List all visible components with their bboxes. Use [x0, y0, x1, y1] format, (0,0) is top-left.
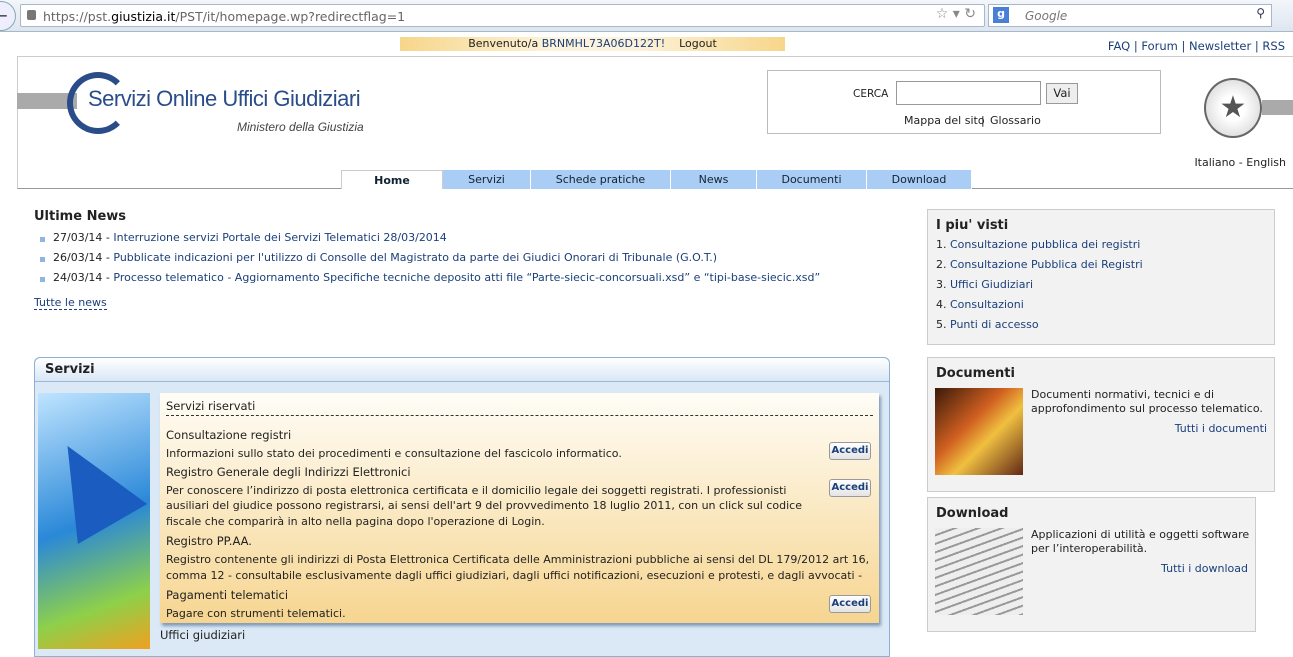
service-desc: Registro contenente gli indirizzi di Pos… — [166, 553, 870, 582]
tab-servizi[interactable]: Servizi — [443, 170, 531, 189]
logout-link[interactable]: Logout — [679, 37, 717, 50]
service-title: Pagamenti telematici — [166, 588, 289, 602]
user-id: BRNMHL73A06D122T! — [541, 37, 666, 50]
language-switch: Italiano - English — [1194, 156, 1286, 169]
service-title: Registro Generale degli Indirizzi Elettr… — [166, 464, 411, 479]
logo-subtitle: Ministero della Giustizia — [237, 120, 364, 134]
site-search-input[interactable] — [896, 81, 1041, 105]
all-documents-link[interactable]: Tutti i documenti — [1175, 422, 1267, 435]
piu-visti-link[interactable]: Uffici Giudiziari — [950, 278, 1033, 291]
news-list: 27/03/14 - Interruzione servizi Portale … — [34, 231, 820, 291]
news-link[interactable]: Pubblicate indicazioni per l'utilizzo di… — [113, 251, 717, 264]
service-title: Consultazione registri — [166, 428, 292, 442]
piu-visti-link[interactable]: Consultazione Pubblica dei Registri — [950, 258, 1143, 271]
documenti-title: Documenti — [936, 366, 1015, 381]
uffici-giudiziari-title: Uffici giudiziari — [160, 628, 246, 642]
news-item: 26/03/14 - Pubblicate indicazioni per l'… — [34, 251, 820, 271]
news-title: Ultime News — [34, 209, 127, 224]
main-nav: Home Servizi Schede pratiche News Docume… — [341, 170, 972, 189]
news-link[interactable]: Interruzione servizi Portale dei Servizi… — [113, 231, 446, 244]
riservati-title: Servizi riservati — [166, 399, 873, 416]
servizi-riservati: Servizi riservati Consultazione registri… — [160, 393, 879, 623]
download-desc: Applicazioni di utilità e oggetti softwa… — [1031, 528, 1250, 555]
emblem-bar — [1262, 100, 1293, 115]
piu-visti-title: I piu' visti — [936, 218, 1009, 233]
welcome-label: Benvenuto/a — [468, 37, 539, 50]
tab-documenti[interactable]: Documenti — [757, 170, 867, 189]
url-path: /PST/it/homepage.wp?redirectflag=1 — [175, 9, 406, 24]
republic-emblem-icon: ★ — [1204, 78, 1262, 138]
news-link[interactable]: Processo telematico - Aggiornamento Spec… — [113, 271, 820, 284]
search-label: CERCA — [853, 88, 889, 100]
download-box: Download Applicazioni di utilità e ogget… — [927, 497, 1256, 632]
tab-schede-pratiche[interactable]: Schede pratiche — [531, 170, 671, 189]
bookmark-star-icon[interactable]: ☆ ▾ ↻ — [936, 6, 976, 22]
piu-visti-box: I piu' visti 1. Consultazione pubblica d… — [927, 209, 1275, 345]
tab-home[interactable]: Home — [341, 170, 443, 189]
google-icon: g — [993, 7, 1009, 23]
service-desc: Per conoscere l’indirizzo di posta elett… — [166, 483, 802, 528]
faq-link[interactable]: FAQ — [1108, 39, 1130, 53]
lang-italian[interactable]: Italiano — [1194, 156, 1235, 169]
service-title: Registro PP.AA. — [166, 534, 252, 548]
all-news-link[interactable]: Tutte le news — [34, 296, 107, 310]
news-date: 27/03/14 - — [53, 231, 110, 244]
tab-news[interactable]: News — [671, 170, 757, 189]
all-downloads-link[interactable]: Tutti i download — [1161, 562, 1248, 575]
url-prefix: https://pst. — [43, 9, 112, 24]
documenti-box: Documenti Documenti normativi, tecnici e… — [927, 357, 1275, 492]
news-item: 24/03/14 - Processo telematico - Aggiorn… — [34, 271, 820, 291]
welcome-bar: Benvenuto/a BRNMHL73A06D122T! Logout — [400, 37, 785, 51]
top-links: FAQ | Forum | Newsletter | RSS — [1107, 39, 1285, 53]
search-icon[interactable]: ⚲ — [1256, 6, 1265, 20]
browser-search-input[interactable]: g Google ⚲ — [988, 4, 1272, 27]
site-map-link[interactable]: Mappa del sito — [904, 114, 985, 127]
lang-english[interactable]: English — [1246, 156, 1286, 169]
rss-link[interactable]: RSS — [1262, 39, 1285, 53]
piu-visti-link[interactable]: Consultazione pubblica dei registri — [950, 238, 1140, 251]
accedi-button[interactable]: Accedi — [829, 479, 871, 497]
newsletter-link[interactable]: Newsletter — [1189, 39, 1251, 53]
keyboard-image — [935, 528, 1023, 615]
lock-icon — [27, 10, 36, 20]
logo-title[interactable]: Servizi Online Uffici Giudiziari — [88, 86, 361, 112]
piu-visti-link[interactable]: Punti di accesso — [950, 318, 1039, 331]
forum-link[interactable]: Forum — [1141, 39, 1177, 53]
servizi-title: Servizi — [35, 358, 889, 382]
news-date: 24/03/14 - — [53, 271, 110, 284]
accedi-button[interactable]: Accedi — [829, 595, 871, 613]
address-bar[interactable]: https://pst.giustizia.it/PST/it/homepage… — [20, 4, 985, 27]
service-desc: Pagare con strumenti telematici. — [166, 607, 346, 620]
search-placeholder: Google — [1025, 9, 1068, 23]
tab-download[interactable]: Download — [867, 170, 972, 189]
documenti-desc: Documenti normativi, tecnici e di approf… — [1031, 388, 1263, 415]
glossary-link[interactable]: Glossario — [990, 114, 1041, 127]
news-date: 26/03/14 - — [53, 251, 110, 264]
download-title: Download — [936, 506, 1009, 521]
url-domain: giustizia.it — [111, 9, 176, 24]
service-desc: Informazioni sullo stato dei procediment… — [166, 447, 622, 460]
news-item: 27/03/14 - Interruzione servizi Portale … — [34, 231, 820, 251]
documenti-image — [935, 388, 1023, 475]
site-search: CERCA Vai Mappa del sito | Glossario — [767, 70, 1161, 134]
piu-visti-link[interactable]: Consultazioni — [950, 298, 1024, 311]
search-button[interactable]: Vai — [1046, 83, 1078, 104]
accedi-button[interactable]: Accedi — [829, 442, 871, 460]
